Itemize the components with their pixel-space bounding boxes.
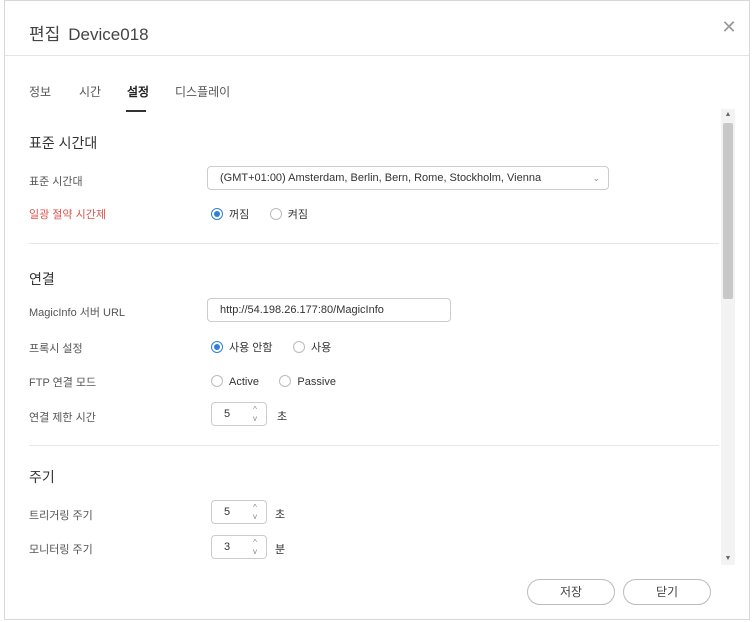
close-button[interactable]: 닫기 xyxy=(623,579,711,605)
scroll-up-icon[interactable]: ▲ xyxy=(721,109,735,121)
section-title-connection: 연결 xyxy=(29,271,55,287)
timezone-value: (GMT+01:00) Amsterdam, Berlin, Bern, Rom… xyxy=(220,172,542,184)
tab-settings[interactable]: 설정 xyxy=(127,83,149,100)
radio-dot-icon xyxy=(279,374,292,387)
save-button[interactable]: 저장 xyxy=(527,579,615,605)
trigger-interval-label: 트리거링 주기 xyxy=(29,510,93,522)
proxy-off-label: 사용 안함 xyxy=(229,341,273,354)
proxy-off-radio[interactable]: 사용 안함 xyxy=(211,340,273,355)
ftp-active-label: Active xyxy=(229,375,259,388)
vertical-scrollbar[interactable]: ▲ ▼ xyxy=(721,109,735,565)
scrollbar-thumb[interactable] xyxy=(723,123,733,299)
radio-dot-icon xyxy=(293,340,305,353)
scroll-down-icon[interactable]: ▼ xyxy=(721,553,735,565)
timezone-select[interactable]: (GMT+01:00) Amsterdam, Berlin, Bern, Rom… xyxy=(207,166,609,190)
stepper-arrows-icon[interactable]: ^ v xyxy=(250,538,260,556)
timezone-label: 표준 시간대 xyxy=(29,176,83,188)
tab-display[interactable]: 디스플레이 xyxy=(175,83,230,100)
timeout-stepper[interactable]: 5 ^ v xyxy=(211,402,267,426)
monitoring-interval-value: 3 xyxy=(224,541,231,553)
stepper-arrows-icon[interactable]: ^ v xyxy=(250,503,260,521)
monitoring-interval-stepper[interactable]: 3 ^ v xyxy=(211,535,267,559)
section-divider xyxy=(29,445,719,446)
proxy-on-radio[interactable]: 사용 xyxy=(293,340,332,355)
monitoring-interval-label: 모니터링 주기 xyxy=(29,544,93,556)
trigger-interval-value: 5 xyxy=(224,506,231,518)
timeout-label: 연결 제한 시간 xyxy=(29,412,96,424)
tab-info[interactable]: 정보 xyxy=(29,83,51,100)
ftp-active-radio[interactable]: Active xyxy=(211,374,259,389)
section-title-timezone: 표준 시간대 xyxy=(29,135,98,151)
dialog-title: 편집 Device018 xyxy=(29,20,149,45)
radio-dot-icon xyxy=(211,340,223,353)
stepper-arrows-icon[interactable]: ^ v xyxy=(250,405,260,423)
server-url-input[interactable]: http://54.198.26.177:80/MagicInfo xyxy=(207,298,451,322)
edit-dialog: 편집 Device018 ✕ 정보 시간 설정 디스플레이 표준 시간대 표준 시… xyxy=(4,0,750,620)
section-divider xyxy=(29,243,719,244)
dialog-header: 편집 Device018 ✕ xyxy=(5,1,749,56)
proxy-radio-group: 사용 안함 사용 xyxy=(211,339,347,355)
section-title-period: 주기 xyxy=(29,469,55,485)
dst-radio-group: 꺼짐 켜짐 xyxy=(211,206,324,222)
dst-off-label: 꺼짐 xyxy=(229,208,250,221)
monitoring-interval-unit: 분 xyxy=(275,544,286,556)
dst-on-radio[interactable]: 켜짐 xyxy=(269,207,308,222)
proxy-on-label: 사용 xyxy=(311,341,332,354)
device-name: Device018 xyxy=(68,25,149,44)
radio-dot-icon xyxy=(211,207,223,220)
trigger-interval-unit: 초 xyxy=(275,509,286,521)
ftp-radio-group: Active Passive xyxy=(211,373,352,389)
timeout-unit: 초 xyxy=(277,411,288,423)
trigger-interval-stepper[interactable]: 5 ^ v xyxy=(211,500,267,524)
radio-dot-icon xyxy=(211,374,223,387)
server-url-label: MagicInfo 서버 URL xyxy=(29,307,126,319)
close-icon[interactable]: ✕ xyxy=(719,17,739,37)
ftp-passive-label: Passive xyxy=(297,375,336,388)
dst-off-radio[interactable]: 꺼짐 xyxy=(211,207,250,222)
ftp-mode-label: FTP 연결 모드 xyxy=(29,377,97,389)
dst-label: 일광 절약 시간제 xyxy=(29,209,106,221)
settings-panel: 표준 시간대 표준 시간대 (GMT+01:00) Amsterdam, Ber… xyxy=(5,109,721,565)
timeout-value: 5 xyxy=(224,408,231,420)
server-url-value: http://54.198.26.177:80/MagicInfo xyxy=(220,304,384,316)
dst-on-label: 켜짐 xyxy=(287,208,308,221)
tab-time[interactable]: 시간 xyxy=(79,83,101,100)
chevron-down-icon: ⌄ xyxy=(592,173,600,183)
proxy-label: 프록시 설정 xyxy=(29,343,83,355)
ftp-passive-radio[interactable]: Passive xyxy=(279,374,336,389)
radio-dot-icon xyxy=(269,207,282,220)
dialog-title-prefix: 편집 xyxy=(29,25,61,44)
